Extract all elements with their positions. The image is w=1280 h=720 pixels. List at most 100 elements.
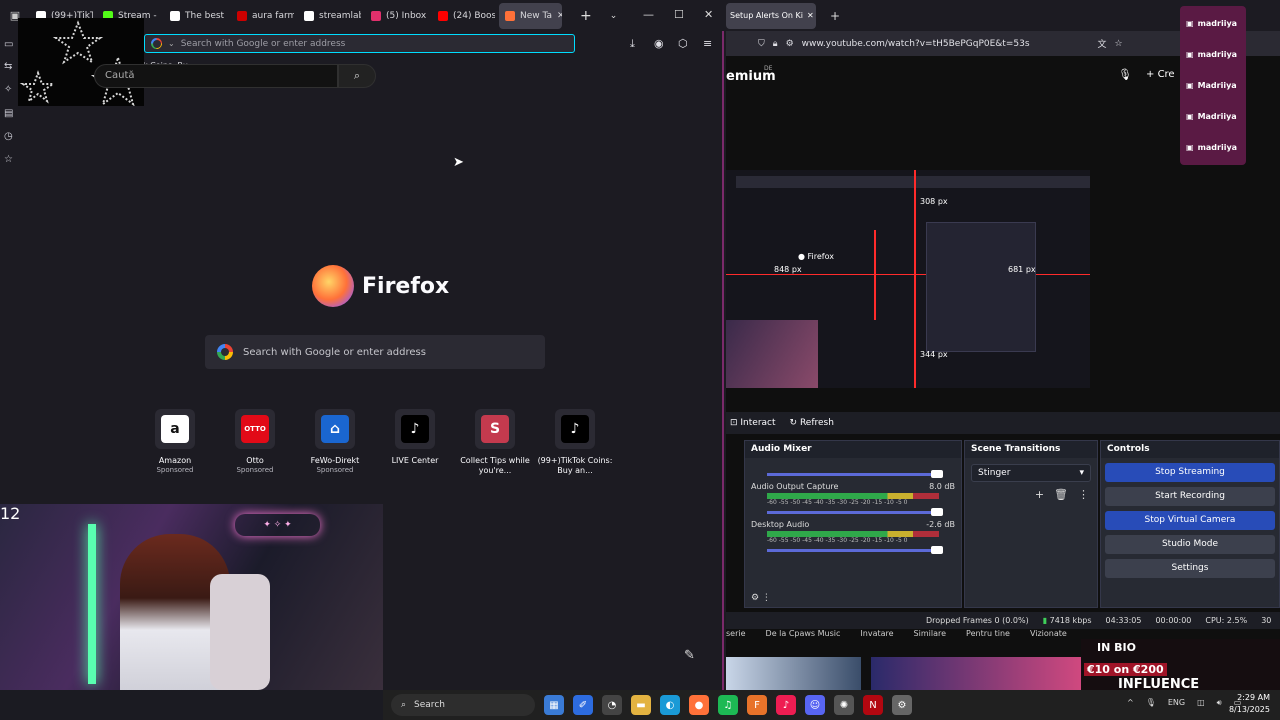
- control-button[interactable]: Studio Mode: [1105, 535, 1275, 554]
- account-icon[interactable]: ◉: [654, 37, 664, 50]
- chatgpt-icon[interactable]: ✺: [834, 695, 854, 715]
- firefox-taskbar-icon[interactable]: ●: [689, 695, 709, 715]
- platform-icon: ▣: [1186, 19, 1194, 28]
- maximize-button[interactable]: ☐: [674, 8, 684, 21]
- tab-7[interactable]: New Ta ✕: [499, 2, 562, 29]
- chip[interactable]: Vizionate: [1030, 629, 1067, 639]
- translate-icon[interactable]: 文: [1098, 37, 1107, 50]
- chip[interactable]: serie: [726, 629, 746, 639]
- volume-icon[interactable]: 🔊︎: [1217, 698, 1222, 708]
- tab-3[interactable]: aura farm: [231, 3, 294, 29]
- url-bar[interactable]: ⌄ Search with Google or enter address: [144, 34, 575, 53]
- lang-indicator[interactable]: ENG: [1168, 698, 1185, 708]
- netflix-icon[interactable]: N: [863, 695, 883, 715]
- thumb-left[interactable]: [726, 657, 861, 690]
- extensions-sidebar-icon[interactable]: ✧: [4, 84, 12, 95]
- tiktok-taskbar-icon[interactable]: ♪: [776, 695, 796, 715]
- controls-buttons: Stop Streaming Start Recording Stop Virtua…: [1101, 463, 1279, 578]
- volume-slider[interactable]: [767, 508, 943, 516]
- right-new-tab-button[interactable]: +: [830, 9, 840, 23]
- history-icon[interactable]: ◷: [4, 131, 13, 142]
- design-app-icon[interactable]: ✐: [573, 695, 593, 715]
- google-icon: [217, 344, 233, 360]
- chip[interactable]: Similare: [914, 629, 946, 639]
- tab-dropdown-icon[interactable]: ⌄: [610, 11, 618, 21]
- bookmark-star-icon[interactable]: ☆: [1115, 39, 1123, 49]
- volume-slider[interactable]: [767, 546, 943, 554]
- menu-icon[interactable]: ≡: [703, 37, 712, 50]
- control-button[interactable]: Stop Streaming: [1105, 463, 1275, 482]
- clock[interactable]: 2:29 AM 8/13/2025: [1229, 692, 1270, 716]
- mixer-slider-top[interactable]: [767, 470, 943, 478]
- shortcut-sponsored: Sponsored: [316, 466, 354, 474]
- close-tab-icon[interactable]: ✕: [557, 11, 562, 21]
- shortcut-tile[interactable]: ♪ (99+)TikTok Coins: Buy an...: [535, 409, 615, 476]
- shortcut-tile[interactable]: OTTO Otto Sponsored: [215, 409, 295, 474]
- interact-label: Interact: [740, 418, 776, 428]
- shield-icon[interactable]: ⛉: [758, 39, 765, 49]
- mixer-db: 8.0 dB: [929, 482, 955, 491]
- speed-icon[interactable]: ◔: [602, 695, 622, 715]
- tab-youtube[interactable]: Setup Alerts On Ki ✕: [726, 2, 816, 29]
- youtube-search-button[interactable]: ⌕: [338, 64, 376, 88]
- discord-icon[interactable]: ☺: [805, 695, 825, 715]
- extensions-icon[interactable]: ⬡: [678, 37, 688, 50]
- interact-button[interactable]: ⊡ Interact: [730, 418, 776, 428]
- refresh-button[interactable]: ↻ Refresh: [790, 418, 834, 428]
- bitrate-value: 7418 kbps: [1049, 616, 1092, 625]
- tab-6[interactable]: (24) Boos: [432, 3, 495, 29]
- tray-chevron-icon[interactable]: ^: [1127, 698, 1134, 708]
- stream-logo-overlay: [18, 18, 144, 106]
- shortcut-tile[interactable]: ⌂ FeWo-Direkt Sponsored: [295, 409, 375, 474]
- customize-pencil-icon[interactable]: ✎: [684, 648, 704, 668]
- tab-2[interactable]: The best s: [164, 3, 227, 29]
- shortcut-name: Amazon: [158, 456, 192, 465]
- control-button[interactable]: Start Recording: [1105, 487, 1275, 506]
- create-button[interactable]: + Cre: [1146, 69, 1175, 80]
- network-icon[interactable]: ◫: [1197, 698, 1205, 708]
- edge-icon[interactable]: ◐: [660, 695, 680, 715]
- shortcut-sponsored: Sponsored: [236, 466, 274, 474]
- chip[interactable]: De la Cpaws Music: [766, 629, 841, 639]
- remove-transition-icon[interactable]: 🗑︎: [1054, 488, 1068, 501]
- sidebar-toggle-icon[interactable]: ▭: [4, 39, 13, 50]
- mic-icon[interactable]: 🎙︎: [1118, 68, 1132, 81]
- reader-icon[interactable]: ▤: [4, 108, 13, 119]
- synced-tabs-icon[interactable]: ⇆: [4, 61, 12, 72]
- new-tab-button[interactable]: +: [580, 8, 592, 24]
- chip[interactable]: Pentru tine: [966, 629, 1010, 639]
- folder-icon[interactable]: ▬: [631, 695, 651, 715]
- platform-icon: ▣: [1186, 143, 1194, 152]
- mixer-settings-icon[interactable]: ⚙ ⋮: [751, 593, 771, 603]
- shortcut-tile[interactable]: a Amazon Sponsored: [135, 409, 215, 474]
- minimize-button[interactable]: —: [643, 8, 654, 21]
- cam-counter: 12: [0, 504, 21, 523]
- add-transition-icon[interactable]: +: [1035, 488, 1044, 501]
- spotify-icon[interactable]: ♫: [718, 695, 738, 715]
- bookmarks-star-icon[interactable]: ☆: [4, 154, 13, 165]
- files-app-icon[interactable]: ▦: [544, 695, 564, 715]
- youtube-search-input[interactable]: Caută: [94, 64, 338, 88]
- settings-taskbar-icon[interactable]: ⚙: [892, 695, 912, 715]
- control-button[interactable]: Stop Virtual Camera: [1105, 511, 1275, 530]
- mic-tray-icon[interactable]: 🎙︎: [1146, 698, 1156, 708]
- shortcut-tile[interactable]: ♪ LIVE Center: [375, 409, 455, 466]
- transition-menu-icon[interactable]: ⋮: [1078, 488, 1089, 501]
- control-button[interactable]: Settings: [1105, 559, 1275, 578]
- transition-select[interactable]: Stinger ▾: [971, 464, 1091, 482]
- shortcut-tile[interactable]: S Collect Tips while you're...: [455, 409, 535, 476]
- search-engine-chevron-icon[interactable]: ⌄: [168, 39, 175, 48]
- permissions-icon[interactable]: ⚙: [786, 39, 794, 49]
- taskbar-search[interactable]: ⌕ Search: [391, 694, 535, 716]
- flstudio-icon[interactable]: F: [747, 695, 767, 715]
- tab-5[interactable]: (5) Inbox: [365, 3, 428, 29]
- preview-firefox-logo: ● Firefox: [798, 252, 834, 261]
- close-window-button[interactable]: ✕: [704, 8, 713, 21]
- tab-4[interactable]: streamlab: [298, 3, 361, 29]
- meter-scale: -60 -55 -50 -45 -40 -35 -30 -25 -20 -15 …: [767, 537, 908, 544]
- newtab-search-input[interactable]: Search with Google or enter address: [205, 335, 545, 369]
- download-icon[interactable]: ⤓: [630, 37, 635, 51]
- chip[interactable]: Invatare: [860, 629, 893, 639]
- thumb-middle[interactable]: [871, 657, 1091, 690]
- close-tab-icon[interactable]: ✕: [807, 11, 814, 20]
